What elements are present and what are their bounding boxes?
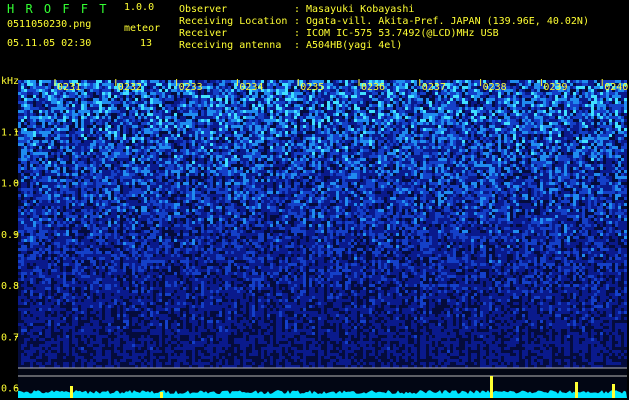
x-tick-label: 0234 bbox=[239, 82, 263, 93]
x-tick-label: 0239 bbox=[543, 82, 567, 93]
x-tick-label: 0236 bbox=[361, 82, 385, 93]
y-tick-label: 1.1 bbox=[1, 127, 19, 138]
meteor-spike-1 bbox=[70, 386, 73, 398]
y-tick-label: 0.9 bbox=[1, 230, 19, 241]
y-tick-label: 0.7 bbox=[1, 332, 19, 343]
meteor-spike-2 bbox=[160, 392, 163, 398]
meteor-spike-3 bbox=[490, 376, 493, 398]
noise-field bbox=[18, 80, 627, 368]
x-tick-label: 0237 bbox=[422, 82, 446, 93]
x-tick-label: 0231 bbox=[57, 82, 81, 93]
meteor-spike-5 bbox=[612, 384, 615, 398]
x-tick-label: 0235 bbox=[300, 82, 324, 93]
y-tick-label: 0.8 bbox=[1, 281, 19, 292]
x-tick-label: 0238 bbox=[483, 82, 507, 93]
x-tick-label: 0233 bbox=[179, 82, 203, 93]
x-tick-label: 0232 bbox=[118, 82, 142, 93]
y-tick-label: 0.6 bbox=[1, 384, 19, 395]
y-axis-label: kHz bbox=[1, 76, 19, 87]
spectrogram-chart: kHz 1.1 1.0 0.9 0.8 0.7 0.6 0231 0232 0233 0234 023… bbox=[1, 76, 628, 398]
x-tick-label: 0240 bbox=[604, 82, 628, 93]
meteor-spike-4 bbox=[575, 382, 578, 398]
y-tick-label: 1.0 bbox=[1, 179, 19, 190]
